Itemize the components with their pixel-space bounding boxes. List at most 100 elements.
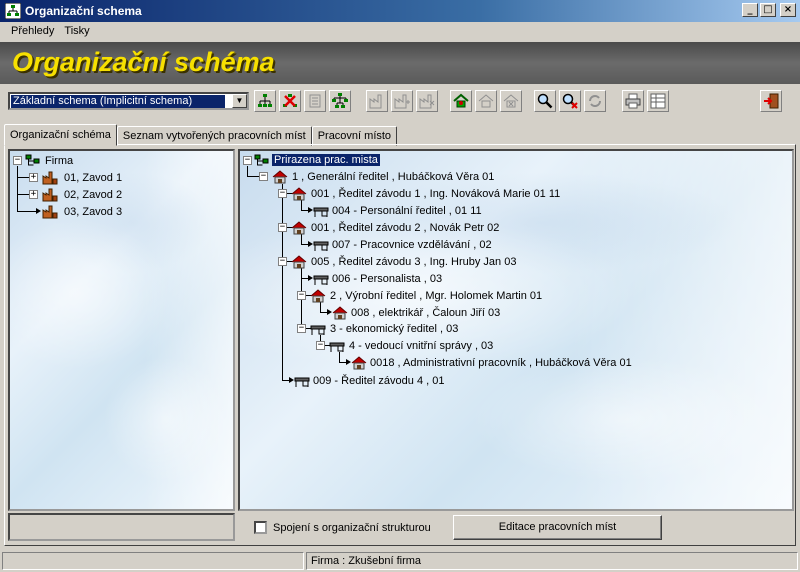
factory-button[interactable] [366,90,388,112]
right-tree-pane[interactable]: − Prirazena prac. mista − 1 , Generální … [238,149,794,511]
tree-node-director-plant3[interactable]: 005 , Ředitel závodu 3 , Ing. Hruby Jan … [311,256,516,269]
building-doc-icon [309,94,321,108]
house-icon [291,221,307,235]
tree-expander[interactable]: + [29,173,38,182]
tree-node-economic-director[interactable]: 3 - ekonomický ředitel , 03 [330,323,458,336]
tree-node-personnel-director[interactable]: 004 - Personální ředitel , 01 11 [332,205,482,218]
search-button[interactable] [534,90,556,112]
desk-icon [329,339,345,353]
house-icon [332,306,348,320]
desk-icon [313,204,329,218]
exit-door-icon [764,93,779,109]
status-firm: Firma : Zkušební firma [306,552,798,570]
org-chart-button[interactable] [329,90,351,112]
schema-select[interactable]: Základní schema (Implicitní schema) ▼ [8,92,249,110]
minimize-button[interactable]: _ [742,3,758,17]
tree-node-director-plant1[interactable]: 001 , Ředitel závodu 1 , Ing. Nováková M… [311,188,560,201]
house-icon [310,289,326,303]
menu-prehledy[interactable]: Přehledy [6,22,59,42]
tree-expander[interactable]: − [259,172,268,181]
refresh-icon [589,95,601,107]
tab-org-schema[interactable]: Organizační schéma [4,124,117,146]
house-green-icon [453,93,469,108]
house-delete-icon [503,94,519,108]
factory-add-button[interactable] [391,90,413,112]
firm-tree-icon [25,154,41,168]
factory-icon [42,171,58,185]
tree-expander[interactable]: − [243,156,252,165]
table-button[interactable] [647,90,669,112]
tree-node-zavod3[interactable]: 03, Zavod 3 [64,206,122,219]
exit-button[interactable] [760,90,782,112]
title-bar: Organizační schema _ □ × [0,0,800,22]
assigned-positions-icon [254,154,270,168]
org-chart-icon [332,93,348,108]
tree-node-director-plant4[interactable]: 009 - Ředitel závodu 4 , 01 [313,375,444,388]
delete-branch-button[interactable] [279,90,301,112]
refresh-button[interactable] [584,90,606,112]
tab-positions-list[interactable]: Seznam vytvořených pracovních míst [116,126,312,146]
tree-expander[interactable]: − [316,341,325,350]
tree-node-firma[interactable]: Firma [45,155,73,168]
org-structure-checkbox[interactable] [254,521,267,534]
menu-tisky[interactable]: Tisky [59,22,94,42]
tree-node-production-director[interactable]: 2 , Výrobní ředitel , Mgr. Holomek Marti… [330,290,542,303]
house-add-icon [478,94,494,108]
banner-title: Organizační schéma [12,47,275,77]
schema-select-value: Základní schema (Implicitní schema) [11,95,225,108]
delete-red-x-icon [283,94,297,107]
house-icon [291,255,307,269]
org-tree-icon [258,94,272,107]
house-delete-button[interactable] [500,90,522,112]
search-clear-button[interactable] [559,90,581,112]
desk-icon [294,374,310,388]
tree-expander[interactable]: − [297,324,306,333]
tree-node-internal-admin-head[interactable]: 4 - vedoucí vnitřní správy , 03 [349,340,493,353]
close-button[interactable]: × [780,3,796,17]
house-add-button[interactable] [475,90,497,112]
selected-node-label: Prirazena prac. mista [272,154,380,166]
tree-expander[interactable]: − [278,257,287,266]
app-org-icon [4,2,22,20]
factory-delete-button[interactable] [416,90,438,112]
magnifier-icon [537,93,553,109]
tree-expander[interactable]: + [29,190,38,199]
building-doc-button[interactable] [304,90,326,112]
org-tree-button[interactable] [254,90,276,112]
tree-node-director-plant2[interactable]: 001 , Ředitel závodu 2 , Novák Petr 02 [311,222,499,235]
tree-node-root[interactable]: Prirazena prac. mista [272,154,380,167]
status-bar: Firma : Zkušební firma [0,550,800,572]
tree-expander[interactable]: − [278,189,287,198]
org-structure-checkbox-row[interactable]: Spojení s organizační strukturou [254,521,431,534]
maximize-button[interactable]: □ [760,3,776,17]
menu-bar: Přehledy Tisky [0,22,800,42]
tree-expander[interactable]: − [297,291,306,300]
tree-expander[interactable]: − [278,223,287,232]
desk-icon [313,238,329,252]
factory-icon [42,188,58,202]
print-icon [625,93,641,109]
left-tree-pane[interactable]: − Firma + 01, Zavod 1 + 02, Zavod 2 03, … [8,149,235,511]
tree-node-gen-director[interactable]: 1 , Generální ředitel , Hubáčková Věra 0… [292,171,494,184]
factory-delete-icon [419,94,435,109]
tree-node-admin-worker[interactable]: 0018 , Administrativní pracovník , Hubáč… [370,357,632,370]
house-green-button[interactable] [450,90,472,112]
tab-work-position[interactable]: Pracovní místo [311,126,398,146]
tab-strip: Organizační schéma Seznam vytvořených pr… [4,124,398,146]
tree-node-education-worker[interactable]: 007 - Pracovnice vzdělávání , 02 [332,239,492,252]
factory-add-icon [394,94,410,109]
chevron-down-icon[interactable]: ▼ [232,94,247,108]
tree-node-electrician[interactable]: 008 , elektrikář , Čaloun Jiří 03 [351,307,500,320]
tree-expander[interactable]: − [13,156,22,165]
left-bottom-panel [8,513,235,541]
print-button[interactable] [622,90,644,112]
org-structure-checkbox-label: Spojení s organizační strukturou [273,521,431,534]
house-icon [291,187,307,201]
tree-node-zavod1[interactable]: 01, Zavod 1 [64,172,122,185]
tree-node-personalist[interactable]: 006 - Personalista , 03 [332,273,442,286]
house-icon [272,170,288,184]
factory-icon [369,94,382,109]
edit-positions-button[interactable]: Editace pracovních míst [453,515,662,540]
banner: Organizační schéma [0,42,800,84]
tree-node-zavod2[interactable]: 02, Zavod 2 [64,189,122,202]
